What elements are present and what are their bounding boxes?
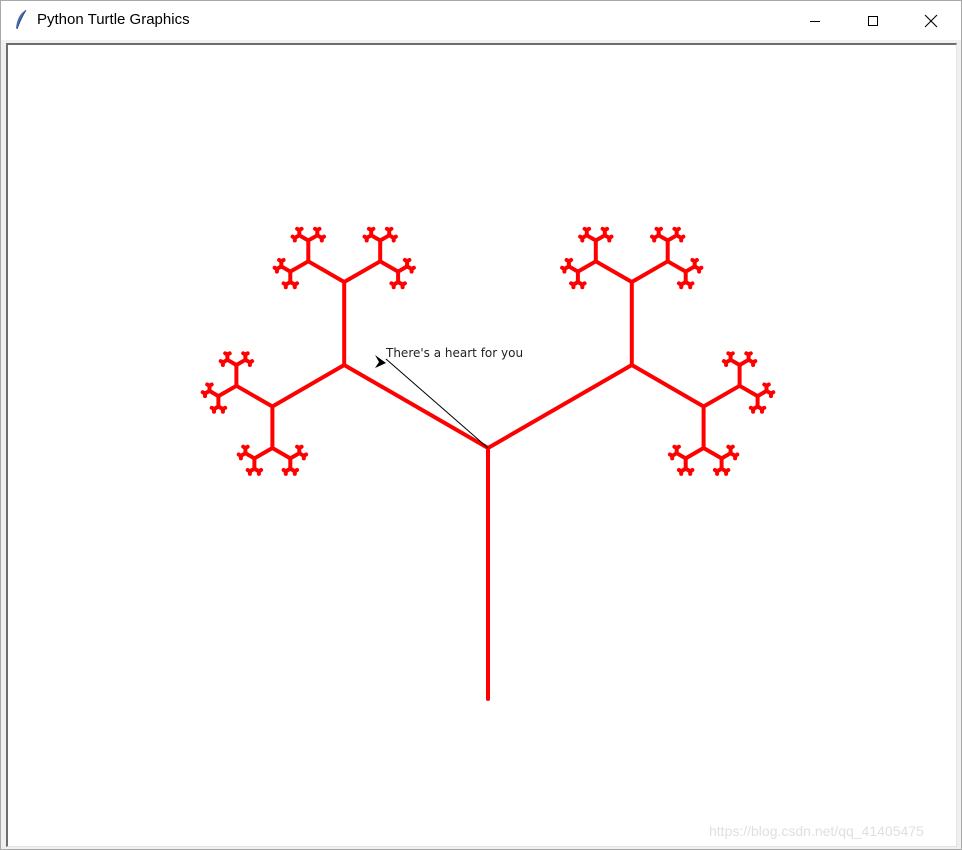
turtle-canvas-area[interactable]: There's a heart for you <box>6 43 957 847</box>
tree-branch <box>243 444 250 450</box>
tree-branch <box>560 265 567 271</box>
tree-branch <box>575 259 598 274</box>
tree-branch <box>569 281 576 287</box>
fractal-tree <box>200 226 776 701</box>
tree-branch <box>243 351 250 357</box>
tree-branch <box>281 281 288 287</box>
tree-branch <box>665 259 688 274</box>
tree-branch <box>629 363 706 409</box>
tree-branch <box>209 405 216 412</box>
tree-branch <box>578 234 585 240</box>
tree-branch <box>667 452 675 458</box>
tree-branch <box>279 258 286 264</box>
tree-branch <box>748 405 756 412</box>
tree-branch <box>728 444 735 450</box>
tree-branch <box>200 390 207 396</box>
tree-branch <box>676 468 684 474</box>
feather-icon <box>16 9 27 30</box>
tree-branch <box>207 382 214 388</box>
tree-branch <box>676 281 684 287</box>
tree-branch <box>701 446 724 461</box>
tree-branch <box>701 383 742 409</box>
tree-branch <box>281 468 288 474</box>
maximize-button[interactable] <box>844 1 902 40</box>
tree-branch <box>225 351 232 357</box>
tree-branch <box>362 234 369 240</box>
tree-branch <box>593 259 634 284</box>
tree-branch <box>602 226 610 233</box>
tree-branch <box>584 226 592 233</box>
tree-branch <box>486 363 634 450</box>
tree-branch <box>378 259 401 274</box>
tree-branch <box>306 259 347 284</box>
minimize-icon <box>810 20 820 22</box>
window-title: Python Turtle Graphics <box>37 11 190 28</box>
tree-branch <box>737 383 760 399</box>
close-icon <box>924 14 938 27</box>
turtle-trail-line <box>385 358 489 449</box>
tree-branch <box>728 351 735 357</box>
tree-branch <box>342 363 490 450</box>
turtle-arrow-icon <box>375 355 386 368</box>
tree-branch <box>764 382 771 388</box>
tree-branch <box>270 363 347 409</box>
minimize-button[interactable] <box>786 1 844 40</box>
title-bar[interactable]: Python Turtle Graphics <box>1 1 961 40</box>
turtle-window: Python Turtle Graphics There's a heart f… <box>0 0 962 850</box>
tree-branch <box>692 258 699 264</box>
tree-branch <box>234 383 275 409</box>
tree-branch <box>721 359 729 365</box>
tree-branch <box>650 234 657 240</box>
tree-branch <box>674 444 681 450</box>
tree-branch <box>245 468 252 474</box>
tree-branch <box>218 359 225 365</box>
tree-branch <box>369 226 376 233</box>
tree-branch <box>387 226 394 233</box>
tree-branch <box>216 383 239 399</box>
tree-branch <box>342 259 383 284</box>
tree-branch <box>674 226 681 233</box>
tree-branch <box>297 226 304 233</box>
turtle-canvas[interactable]: There's a heart for you <box>8 45 957 847</box>
tree-branch <box>712 468 720 474</box>
tree-branch <box>683 446 706 461</box>
tree-branch <box>746 351 753 357</box>
watermark-text: https://blog.csdn.net/qq_41405475 <box>709 823 924 839</box>
tree-branch <box>297 444 304 450</box>
tree-branch <box>288 259 311 274</box>
close-button[interactable] <box>902 1 960 40</box>
maximize-icon <box>868 15 878 26</box>
tree-branch <box>315 226 322 233</box>
tree-branch <box>405 258 412 264</box>
tree-branch <box>389 281 396 287</box>
tree-branch <box>566 258 574 264</box>
canvas-message: There's a heart for you <box>385 346 523 360</box>
tree-branch <box>236 452 243 458</box>
tree-branch <box>629 259 670 284</box>
tree-branch <box>272 265 279 271</box>
tree-branch <box>270 446 293 461</box>
tree-branch <box>252 446 275 461</box>
tree-branch <box>290 234 297 240</box>
tree-branch <box>656 226 663 233</box>
